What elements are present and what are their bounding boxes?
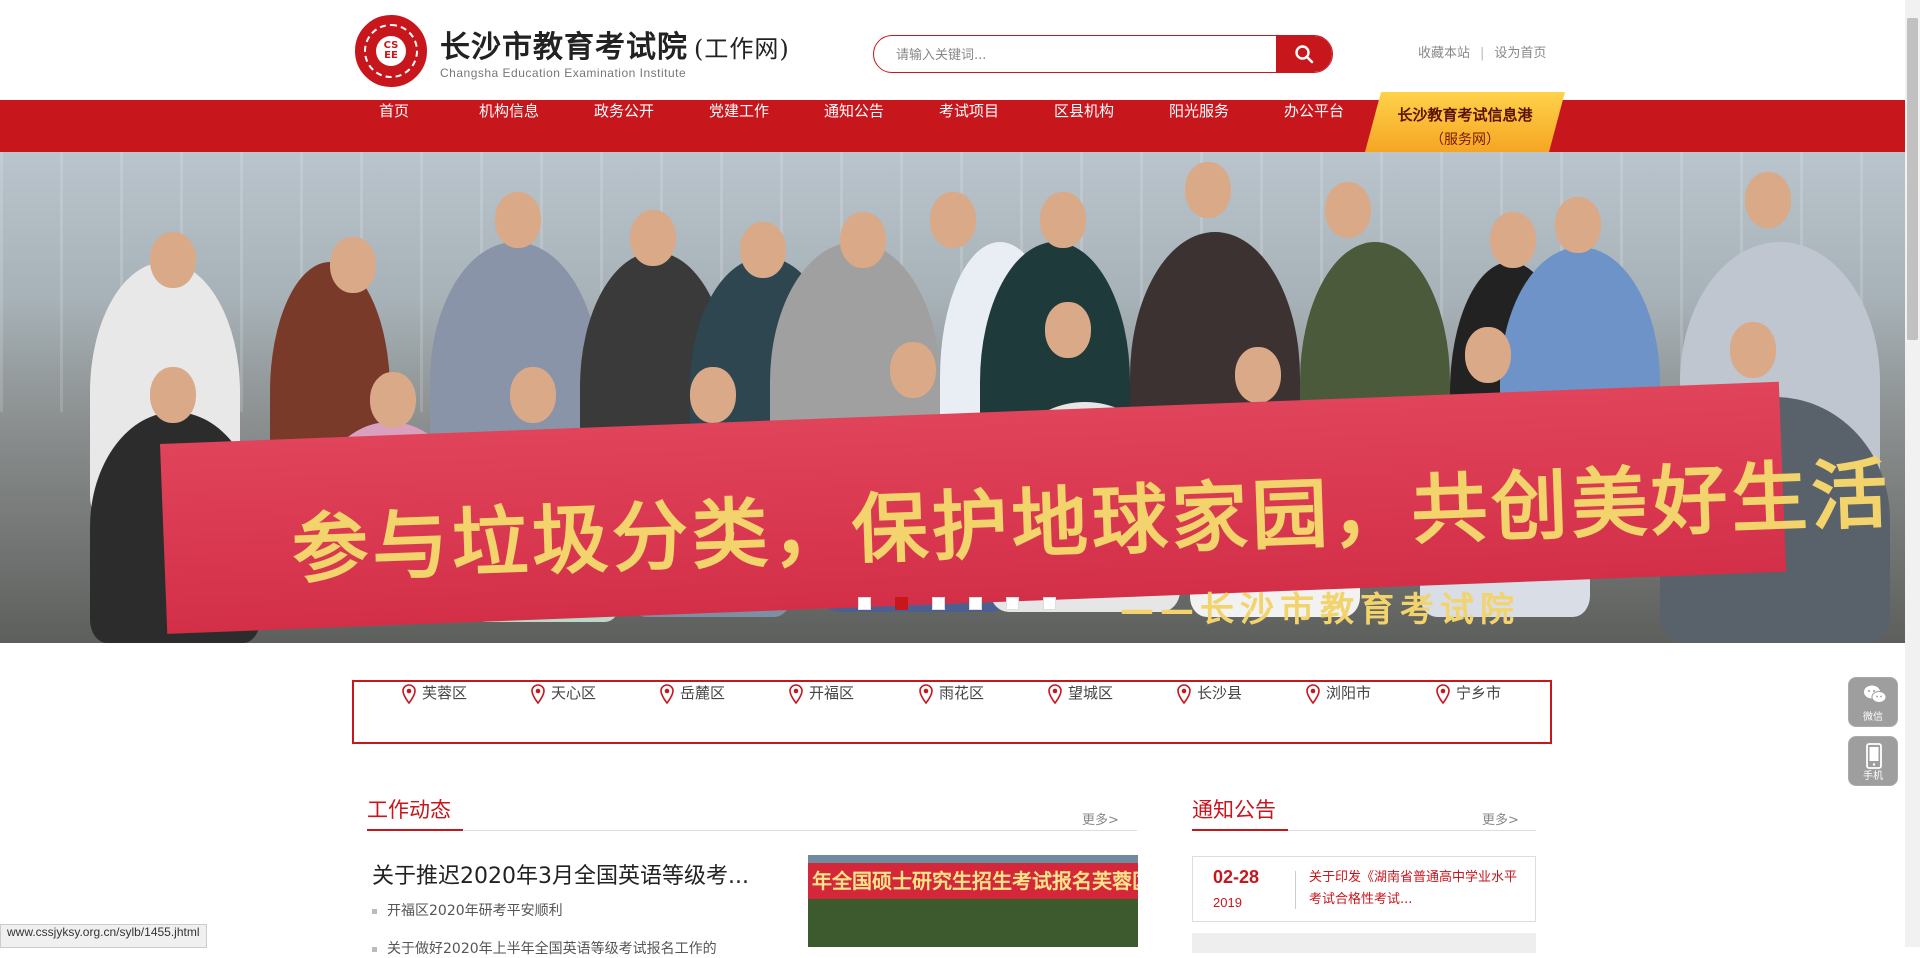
nav-item-organization[interactable]: 机构信息 (459, 100, 559, 152)
district-tianxin[interactable]: 天心区 (531, 682, 596, 742)
slide-dot-3[interactable] (932, 597, 945, 610)
site-title-main: 长沙市教育考试院 (440, 30, 688, 65)
wechat-float-button[interactable]: 微信 (1848, 677, 1898, 727)
nav-item-exams[interactable]: 考试项目 (919, 100, 1019, 152)
mobile-label: 手机 (1863, 771, 1883, 782)
wechat-label: 微信 (1863, 712, 1883, 723)
nav-item-info-port[interactable]: 长沙教育考试信息港 （服务网） (1365, 92, 1565, 152)
scrollbar-thumb[interactable] (1907, 18, 1918, 340)
news-list-item[interactable]: 开福区2020年研考平安顺利 (372, 900, 563, 920)
nav-item-party-building[interactable]: 党建工作 (689, 100, 789, 152)
location-pin-icon (789, 683, 803, 704)
site-title: 长沙市教育考试院 (工作网) (440, 22, 790, 66)
nav-item-office-platform[interactable]: 办公平台 (1264, 100, 1364, 152)
district-label: 宁乡市 (1456, 684, 1502, 702)
district-label: 芙蓉区 (422, 684, 468, 702)
location-pin-icon (1306, 683, 1320, 704)
district-bar: 芙蓉区 天心区 岳麓区 开福区 雨花区 望城区 长沙县 浏阳市 宁乡市 (352, 680, 1552, 744)
slide-dot-6[interactable] (1043, 597, 1056, 610)
district-label: 雨花区 (939, 684, 985, 702)
location-pin-icon (531, 683, 545, 704)
nav-item-government-affairs[interactable]: 政务公开 (574, 100, 674, 152)
notices-underline (1192, 829, 1288, 831)
notice-item-partial[interactable] (1192, 933, 1536, 953)
district-label: 岳麓区 (680, 684, 726, 702)
work-news-divider (367, 830, 1137, 831)
location-pin-icon (402, 683, 416, 704)
institute-logo[interactable]: CS EE (355, 15, 427, 87)
status-bar-url: www.cssjyksy.org.cn/sylb/1455.jhtml (0, 924, 207, 948)
district-furong[interactable]: 芙蓉区 (402, 682, 467, 742)
banner-signature: ——长沙市教育考试院 (1120, 590, 1520, 630)
set-homepage-link[interactable]: 设为首页 (1494, 46, 1546, 61)
notice-text: 关于印发《湖南省普通高中学业水平考试合格性考试... (1309, 870, 1518, 907)
site-title-english: Changsha Education Examination Institute (440, 66, 687, 80)
district-label: 长沙县 (1197, 684, 1243, 702)
search-button[interactable] (1276, 36, 1332, 72)
search-icon (1295, 45, 1314, 64)
district-yuelu[interactable]: 岳麓区 (660, 682, 725, 742)
news-headline[interactable]: 关于推迟2020年3月全国英语等级考... (372, 858, 749, 890)
wechat-icon (1864, 685, 1887, 703)
district-changsha-county[interactable]: 长沙县 (1177, 682, 1242, 742)
slide-dot-2[interactable] (895, 597, 908, 610)
slide-dot-1[interactable] (858, 597, 871, 610)
nav-item-notices[interactable]: 通知公告 (804, 100, 904, 152)
work-news-underline (367, 829, 463, 831)
district-label: 浏阳市 (1326, 684, 1372, 702)
nav-item-districts[interactable]: 区县机构 (1034, 100, 1134, 152)
nav-item-sunshine-service[interactable]: 阳光服务 (1149, 100, 1249, 152)
hero-banner[interactable]: 参与垃圾分类，保护地球家园，共创美好生活 ——长沙市教育考试院 (0, 152, 1905, 643)
district-kaifu[interactable]: 开福区 (789, 682, 854, 742)
notice-separator (1295, 871, 1296, 909)
notice-date: 02-28 (1213, 867, 1260, 887)
notices-more-link[interactable]: 更多> (1482, 809, 1519, 828)
mobile-phone-icon (1866, 743, 1882, 769)
district-wangcheng[interactable]: 望城区 (1048, 682, 1113, 742)
district-label: 望城区 (1068, 684, 1114, 702)
info-port-title: 长沙教育考试信息港 (1397, 106, 1533, 124)
work-news-title: 工作动态 (367, 798, 451, 822)
location-pin-icon (1048, 683, 1062, 704)
district-yuhua[interactable]: 雨花区 (919, 682, 984, 742)
info-port-subtitle: （服务网） (1430, 132, 1500, 148)
search-box (873, 35, 1333, 73)
news-photo[interactable]: 年全国硕士研究生招生考试报名芙蓉区现场确认 (808, 855, 1138, 947)
notice-year: 2019 (1213, 895, 1242, 910)
logo-mark: CS EE (376, 36, 406, 66)
notices-title: 通知公告 (1192, 798, 1276, 822)
news-list-item[interactable]: 关于做好2020年上半年全国英语等级考试报名工作的 (372, 938, 717, 958)
mobile-float-button[interactable]: 手机 (1848, 736, 1898, 786)
notice-item[interactable]: 02-28 2019 关于印发《湖南省普通高中学业水平考试合格性考试... (1192, 856, 1536, 922)
search-input[interactable] (894, 36, 1258, 72)
work-news-more-link[interactable]: 更多> (1082, 809, 1119, 828)
location-pin-icon (660, 683, 674, 704)
location-pin-icon (919, 683, 933, 704)
slide-dot-4[interactable] (969, 597, 982, 610)
site-header: CS EE 长沙市教育考试院 (工作网) Changsha Education E… (0, 0, 1905, 100)
location-pin-icon (1436, 683, 1450, 704)
main-nav: 首页 机构信息 政务公开 党建工作 通知公告 考试项目 区县机构 阳光服务 办公… (0, 100, 1905, 152)
district-label: 开福区 (809, 684, 855, 702)
link-separator: | (1480, 46, 1485, 61)
district-ningxiang[interactable]: 宁乡市 (1436, 682, 1501, 742)
slide-indicators (858, 595, 1080, 610)
bookmark-link[interactable]: 收藏本站 (1418, 46, 1470, 61)
news-photo-caption: 年全国硕士研究生招生考试报名芙蓉区现场确认 (808, 863, 1138, 899)
site-title-sub: (工作网) (694, 35, 790, 63)
slide-dot-5[interactable] (1006, 597, 1019, 610)
nav-item-home[interactable]: 首页 (344, 100, 444, 152)
location-pin-icon (1177, 683, 1191, 704)
top-links: 收藏本站 | 设为首页 (1418, 42, 1546, 61)
district-liuyang[interactable]: 浏阳市 (1306, 682, 1371, 742)
district-label: 天心区 (551, 684, 597, 702)
